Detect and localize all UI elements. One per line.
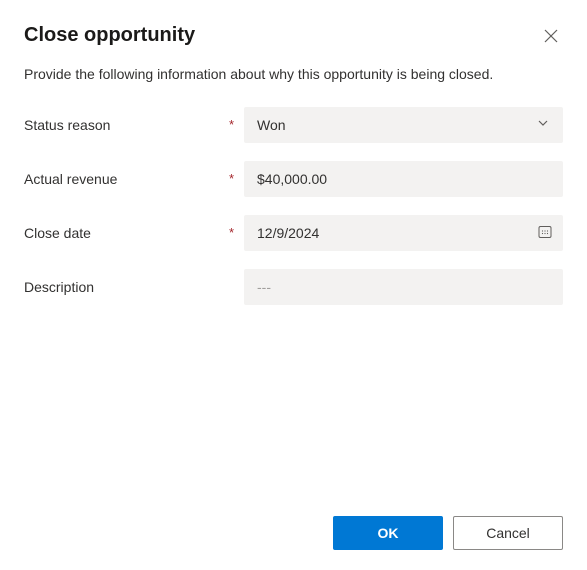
ok-button[interactable]: OK [333, 516, 443, 550]
close-date-control [244, 215, 563, 251]
required-marker: * [229, 171, 234, 186]
dialog-footer: OK Cancel [333, 516, 563, 550]
status-reason-select[interactable]: Won [244, 107, 563, 143]
dialog-subtitle: Provide the following information about … [24, 65, 554, 85]
close-date-input[interactable] [244, 215, 563, 251]
label-wrap: Actual revenue * [24, 171, 244, 187]
chevron-down-icon [536, 116, 550, 133]
close-button[interactable] [539, 24, 563, 51]
cancel-button[interactable]: Cancel [453, 516, 563, 550]
required-marker: * [229, 117, 234, 132]
label-wrap: Close date * [24, 225, 244, 241]
status-reason-control: Won [244, 107, 563, 143]
label-wrap: Description [24, 279, 244, 295]
label-wrap: Status reason * [24, 117, 244, 133]
field-row-status-reason: Status reason * Won [24, 107, 563, 143]
actual-revenue-label: Actual revenue [24, 171, 117, 187]
status-reason-value: Won [257, 117, 286, 133]
field-row-description: Description [24, 269, 563, 305]
required-marker: * [229, 225, 234, 240]
description-label: Description [24, 279, 94, 295]
description-control [244, 269, 563, 305]
field-row-close-date: Close date * [24, 215, 563, 251]
actual-revenue-input[interactable] [244, 161, 563, 197]
actual-revenue-control [244, 161, 563, 197]
description-input[interactable] [244, 269, 563, 305]
close-date-label: Close date [24, 225, 91, 241]
dialog-title: Close opportunity [24, 24, 195, 47]
dialog-header: Close opportunity [24, 24, 563, 51]
close-icon [543, 28, 559, 47]
field-row-actual-revenue: Actual revenue * [24, 161, 563, 197]
status-reason-label: Status reason [24, 117, 110, 133]
